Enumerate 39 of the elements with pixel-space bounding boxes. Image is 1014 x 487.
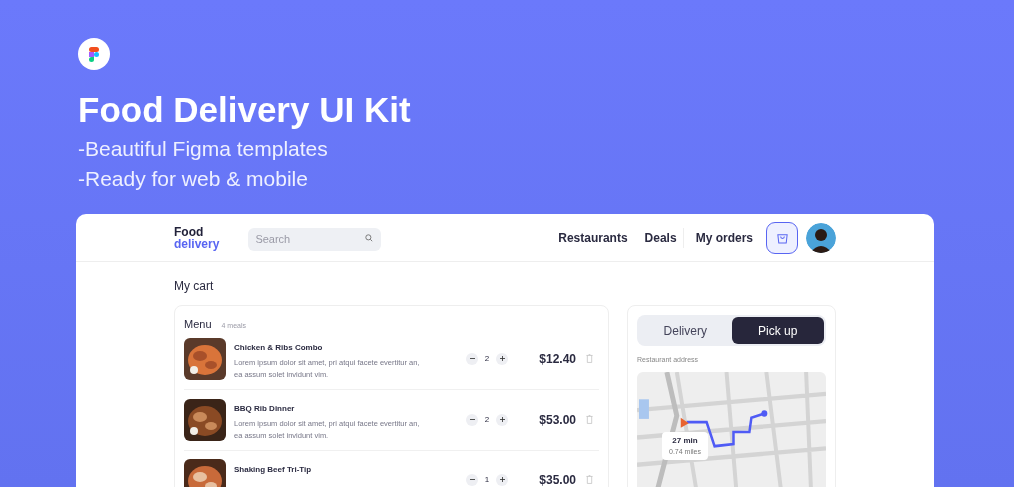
menu-title: Menu [184,317,212,332]
cart-button[interactable] [766,221,798,254]
decrease-button[interactable] [466,413,478,426]
increase-button[interactable] [496,352,508,365]
quantity: 2 [483,352,491,365]
mode-tab[interactable]: Pick up [731,317,824,344]
logo[interactable]: Food delivery [174,225,220,250]
meal-name: BBQ Rib Dinner [234,402,296,415]
page-title: My cart [174,278,215,295]
mode-tab[interactable]: Delivery [639,317,732,344]
search-icon [365,234,374,242]
plus-icon [499,417,505,422]
price: $35.00 [539,471,576,487]
decrease-button[interactable] [466,473,478,486]
route-time: 27 min [672,434,698,447]
hero-subtitle: -Ready for web & mobile [78,166,309,192]
price: $12.40 [539,350,576,368]
nav-link[interactable]: My orders [695,228,753,247]
nav-link[interactable]: Deals [644,228,677,247]
minus-icon [469,417,475,422]
avatar-icon[interactable] [806,222,836,253]
search-field[interactable]: Search [248,227,382,251]
quantity: 2 [483,413,491,426]
quantity: 1 [483,473,491,486]
minus-icon [469,356,475,361]
increase-button[interactable] [496,473,508,486]
plus-icon [499,356,505,361]
increase-button[interactable] [496,413,508,426]
nav-link[interactable]: Restaurants [558,228,628,247]
meal-name: Chicken & Ribs Combo [234,341,324,354]
plus-icon [499,477,505,482]
hero-title: Food Delivery UI Kit [78,90,412,130]
meal-name: Shaking Beef Tri-Tip [234,463,313,476]
minus-icon [469,477,475,482]
hero-subtitle: -Beautiful Figma templates [78,136,329,162]
bag-icon [775,231,789,244]
price: $53.00 [539,411,576,429]
logo-icon [78,38,110,70]
decrease-button[interactable] [466,352,478,365]
